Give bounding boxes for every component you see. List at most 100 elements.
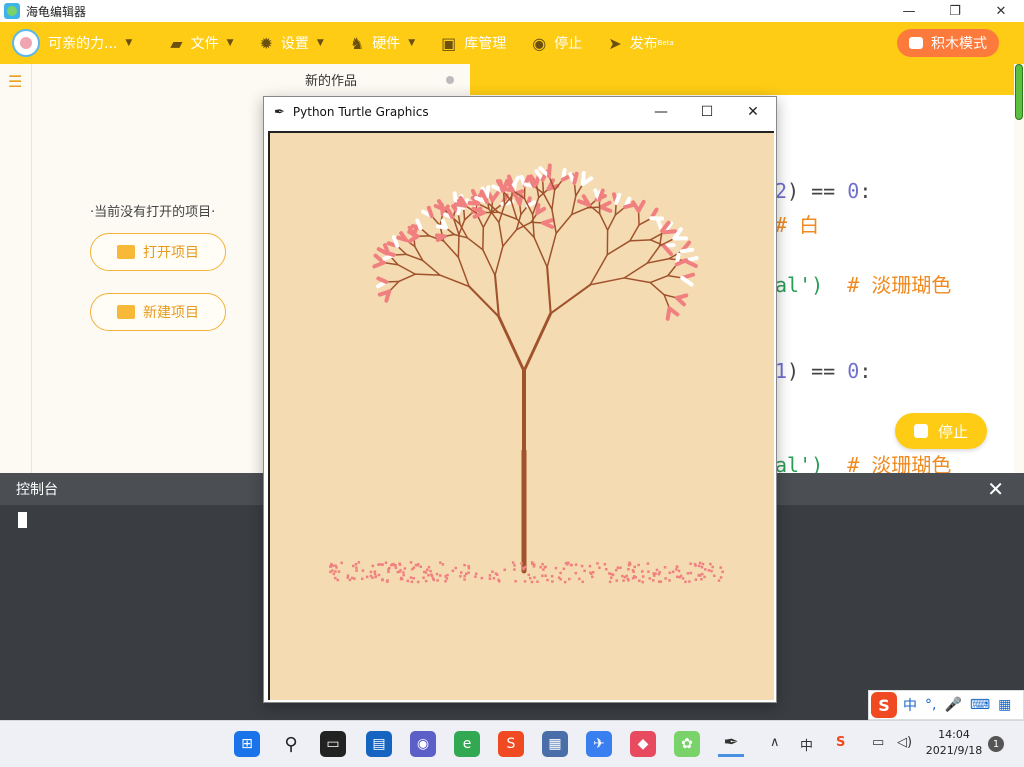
project-panel: ·当前没有打开的项目· 打开项目 新建项目 [32, 64, 285, 473]
file-menu[interactable]: ▰ 文件 ▼ [170, 33, 233, 53]
turtle-title-bar: ✒ Python Turtle Graphics — ☐ ✕ [264, 97, 776, 127]
chevron-up-icon[interactable]: ∧ [770, 735, 780, 750]
gear-icon: ✹ [259, 33, 273, 53]
feather-icon: ✒ [274, 104, 285, 120]
app-title-bar: 海龟编辑器 — ❐ ✕ [0, 0, 1024, 22]
volume-icon[interactable]: ◁) [897, 735, 912, 750]
taskbar-clock[interactable]: 14:04 2021/9/18 [922, 727, 986, 759]
clock-time: 14:04 [938, 728, 970, 741]
code-line: 1) == 0: [775, 359, 872, 383]
notification-badge[interactable]: 1 [988, 736, 1004, 752]
windows-start-icon[interactable]: ⊞ [234, 731, 260, 757]
chevron-down-icon: ▼ [408, 38, 416, 48]
publish-label: 发布 [629, 36, 658, 52]
turtle-minimize-button[interactable]: — [638, 97, 684, 127]
turtle-editor-icon[interactable]: ✿ [674, 731, 700, 757]
folder-open-icon [117, 245, 135, 259]
user-menu[interactable]: 可亲的力... ▼ [48, 33, 132, 53]
unsaved-dot-icon [446, 76, 454, 84]
tab-new-work[interactable]: 新的作品 [285, 64, 470, 95]
sogou-logo-icon[interactable]: S [871, 692, 897, 718]
collapse-menu-icon[interactable]: ☰ [8, 72, 22, 91]
no-project-message: ·当前没有打开的项目· [90, 205, 216, 220]
turtle-maximize-button[interactable]: ☐ [684, 97, 730, 127]
console-cursor [18, 512, 27, 528]
code-line: # 白 [775, 213, 820, 237]
stop-square-icon [913, 424, 928, 438]
robot-icon: ♞ [349, 33, 365, 53]
close-button[interactable]: ✕ [978, 0, 1024, 22]
library-button[interactable]: ▣ 库管理 [441, 33, 506, 53]
ime-language[interactable]: 中 [903, 695, 917, 715]
paper-plane-icon: ➤ [608, 33, 622, 53]
feishu-icon[interactable]: ✈ [586, 731, 612, 757]
main-toolbar: 可亲的力... ▼ ▰ 文件 ▼ ✹ 设置 ▼ ♞ 硬件 ▼ ▣ 库管理 ◉ 停… [0, 22, 1024, 64]
stop-run-label: 停止 [937, 422, 968, 441]
windows-taskbar: ⊞ ⚲ ▭ ▤ ◉ e S ▦ ✈ ◆ ✿ ✒ ∧ 中 S ▭ ◁) 14:04… [0, 720, 1024, 767]
beta-badge: Beta [657, 39, 674, 47]
app-title: 海龟编辑器 [26, 4, 87, 19]
scrollbar-thumb[interactable] [1015, 64, 1023, 120]
hardware-menu[interactable]: ♞ 硬件 ▼ [350, 33, 415, 53]
code-line: 2) == 0: [775, 179, 872, 203]
window-controls: — ❐ ✕ [886, 0, 1024, 22]
editor-scrollbar[interactable] [1014, 64, 1024, 473]
teams-icon[interactable]: ◉ [410, 731, 436, 757]
turtle-window-title: Python Turtle Graphics [292, 105, 429, 119]
minimize-button[interactable]: — [886, 0, 932, 22]
widgets-icon[interactable]: ▤ [366, 731, 392, 757]
console-title: 控制台 [16, 482, 58, 498]
hardware-menu-label: 硬件 [372, 36, 401, 52]
microphone-icon[interactable]: 🎤 [944, 697, 961, 713]
stop-toolbar-button[interactable]: ◉ 停止 [532, 33, 582, 53]
turtle-window-controls: — ☐ ✕ [638, 97, 776, 127]
sogou-icon[interactable]: S [498, 731, 524, 757]
stop-run-button[interactable]: 停止 [895, 413, 987, 449]
turtle-canvas[interactable] [268, 131, 774, 700]
open-project-button[interactable]: 打开项目 [90, 233, 226, 271]
chevron-down-icon: ▼ [316, 38, 324, 48]
game-icon[interactable]: ◆ [630, 731, 656, 757]
chevron-down-icon: ▼ [125, 38, 133, 48]
ime-toolbar: S 中 °, 🎤 ⌨ ▦ [868, 690, 1024, 720]
settings-menu-label: 设置 [280, 36, 309, 52]
keyboard-icon[interactable]: ⌨ [970, 697, 990, 713]
user-avatar[interactable] [12, 29, 40, 57]
block-icon [909, 37, 923, 49]
turtle-graphics-window: ✒ Python Turtle Graphics — ☐ ✕ [263, 96, 777, 703]
left-strip: ☰ [0, 64, 32, 473]
network-icon[interactable]: ▭ [872, 735, 884, 750]
maximize-button[interactable]: ❐ [932, 0, 978, 22]
edge-icon[interactable]: e [454, 731, 480, 757]
file-menu-label: 文件 [190, 36, 219, 52]
library-label: 库管理 [464, 36, 507, 52]
code-line: al') # 淡珊瑚色 [775, 273, 952, 297]
settings-menu[interactable]: ✹ 设置 ▼ [260, 33, 324, 53]
editor-tab-bar: 新的作品 [285, 64, 1014, 95]
new-project-button[interactable]: 新建项目 [90, 293, 226, 331]
user-name: 可亲的力... [48, 36, 118, 52]
grid-icon[interactable]: ▦ [998, 697, 1011, 713]
stop-icon: ◉ [532, 33, 547, 53]
search-icon[interactable]: ⚲ [278, 731, 304, 757]
block-mode-label: 积木模式 [931, 36, 987, 52]
turtle-editor-app-icon [4, 3, 20, 19]
clock-date: 2021/9/18 [925, 744, 983, 757]
publish-button[interactable]: ➤ 发布 Beta [608, 33, 674, 53]
new-project-label: 新建项目 [143, 305, 199, 321]
open-project-label: 打开项目 [143, 245, 199, 261]
turtle-close-button[interactable]: ✕ [730, 97, 776, 127]
stop-label: 停止 [554, 36, 583, 52]
remote-desktop-icon[interactable]: ▦ [542, 731, 568, 757]
ime-punctuation[interactable]: °, [925, 697, 936, 713]
console-close-icon[interactable]: ✕ [987, 477, 1004, 501]
cherry-blossom-tree-drawing [329, 163, 724, 584]
package-icon: ▣ [441, 33, 457, 53]
tray-sogou-icon[interactable]: S [836, 735, 845, 750]
tray-language[interactable]: 中 [800, 735, 813, 754]
block-mode-button[interactable]: 积木模式 [897, 29, 999, 57]
python-feather-icon[interactable]: ✒ [718, 731, 744, 757]
chevron-down-icon: ▼ [226, 38, 234, 48]
tab-title: 新的作品 [305, 74, 358, 89]
task-view-icon[interactable]: ▭ [320, 731, 346, 757]
